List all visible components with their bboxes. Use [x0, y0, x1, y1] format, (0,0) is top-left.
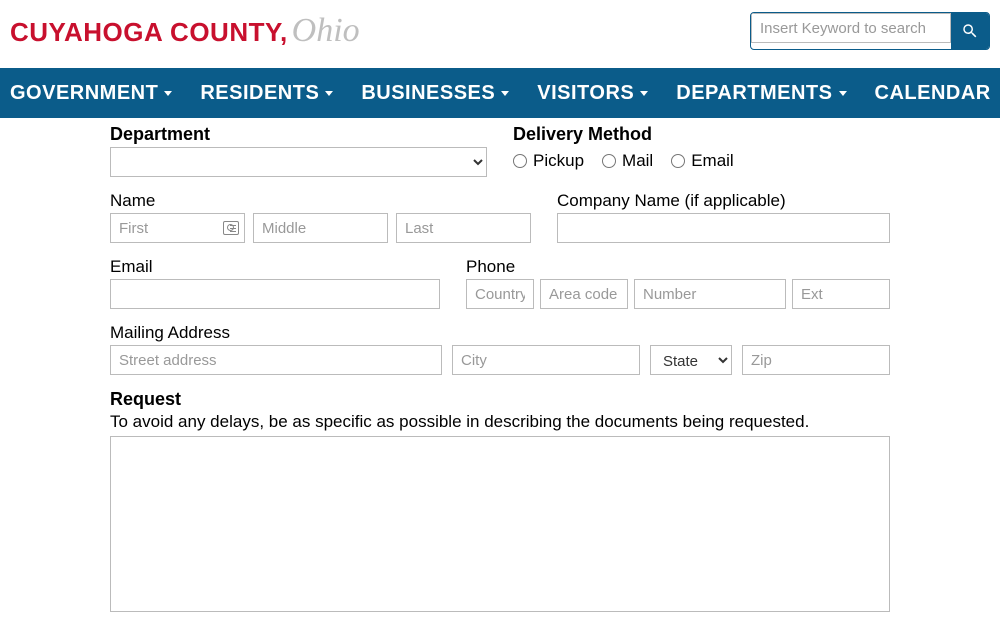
phone-label: Phone — [466, 257, 890, 277]
delivery-pickup-radio[interactable] — [513, 154, 527, 168]
chevron-down-icon — [325, 91, 333, 96]
delivery-email-option[interactable]: Email — [671, 151, 734, 171]
email-input[interactable] — [110, 279, 440, 309]
main-nav: GOVERNMENT RESIDENTS BUSINESSES VISITORS… — [0, 68, 1000, 118]
delivery-mail-option[interactable]: Mail — [602, 151, 653, 171]
logo-script: Ohio — [292, 12, 360, 50]
search-icon — [961, 22, 979, 40]
department-select[interactable] — [110, 147, 487, 177]
search-container — [750, 12, 990, 50]
request-helper-text: To avoid any delays, be as specific as p… — [110, 412, 890, 432]
email-label: Email — [110, 257, 440, 277]
top-bar: CUYAHOGA COUNTY, Ohio — [0, 0, 1000, 68]
phone-area-input[interactable] — [540, 279, 628, 309]
name-label: Name — [110, 191, 531, 211]
nav-item-visitors[interactable]: VISITORS — [537, 70, 666, 117]
delivery-mail-radio[interactable] — [602, 154, 616, 168]
company-input[interactable] — [557, 213, 890, 243]
street-input[interactable] — [110, 345, 442, 375]
phone-country-input[interactable] — [466, 279, 534, 309]
site-logo: CUYAHOGA COUNTY, Ohio — [10, 12, 360, 50]
delivery-options: Pickup Mail Email — [513, 147, 890, 171]
search-button[interactable] — [951, 13, 989, 49]
chevron-down-icon — [501, 91, 509, 96]
last-name-input[interactable] — [396, 213, 531, 243]
chevron-down-icon — [640, 91, 648, 96]
city-input[interactable] — [452, 345, 640, 375]
chevron-down-icon — [164, 91, 172, 96]
zip-input[interactable] — [742, 345, 890, 375]
nav-item-government[interactable]: GOVERNMENT — [10, 70, 190, 117]
company-label: Company Name (if applicable) — [557, 191, 890, 211]
request-textarea[interactable] — [110, 436, 890, 612]
mailing-address-label: Mailing Address — [110, 323, 890, 343]
delivery-method-label: Delivery Method — [513, 124, 890, 145]
state-select[interactable]: State — [650, 345, 732, 375]
delivery-pickup-option[interactable]: Pickup — [513, 151, 584, 171]
delivery-email-radio[interactable] — [671, 154, 685, 168]
nav-item-departments[interactable]: DEPARTMENTS — [676, 70, 864, 117]
request-label: Request — [110, 389, 890, 410]
nav-item-calendar[interactable]: CALENDAR — [875, 70, 1000, 117]
nav-item-businesses[interactable]: BUSINESSES — [361, 70, 527, 117]
form-area: Department Delivery Method Pickup Mail E… — [0, 118, 1000, 637]
phone-ext-input[interactable] — [792, 279, 890, 309]
middle-name-input[interactable] — [253, 213, 388, 243]
phone-number-input[interactable] — [634, 279, 786, 309]
search-input[interactable] — [751, 13, 951, 43]
nav-item-residents[interactable]: RESIDENTS — [200, 70, 351, 117]
department-label: Department — [110, 124, 487, 145]
logo-text: CUYAHOGA COUNTY, — [10, 17, 288, 48]
contact-card-icon — [223, 221, 239, 235]
chevron-down-icon — [839, 91, 847, 96]
